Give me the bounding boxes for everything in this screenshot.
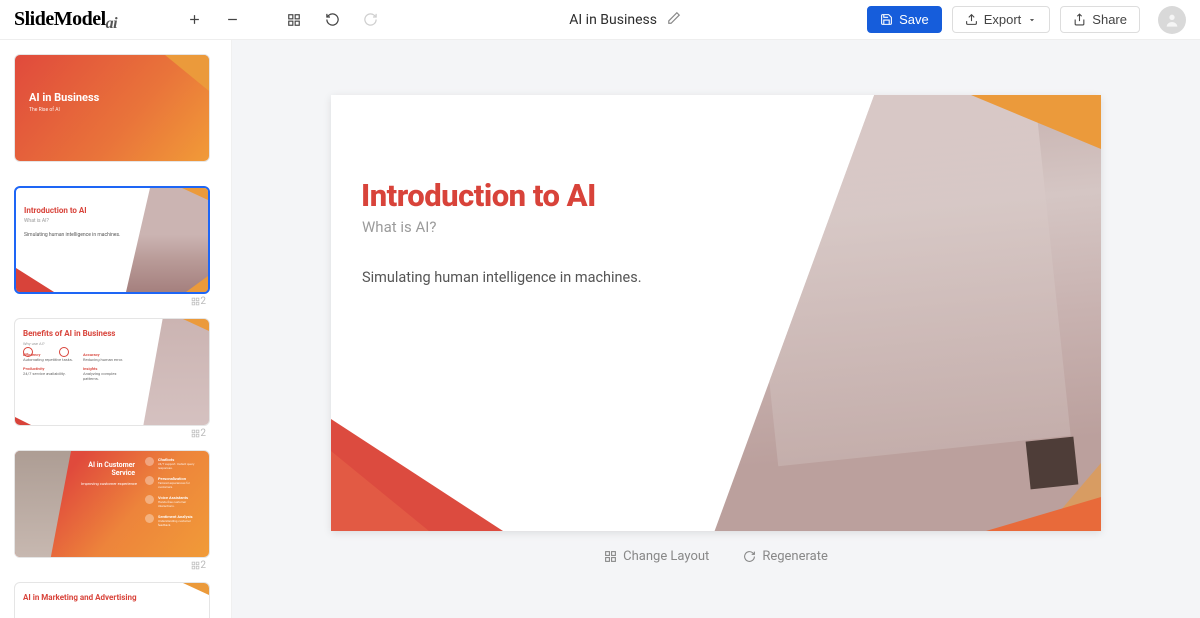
thumb-title: AI in Business — [29, 91, 99, 104]
slide-title[interactable]: Introduction to AI — [361, 177, 596, 214]
thumb-subtitle: The Rise of AI — [29, 107, 60, 113]
user-avatar[interactable] — [1158, 6, 1186, 34]
slide-thumb-1[interactable]: AI in Business The Rise of AI — [14, 54, 210, 162]
save-label: Save — [899, 12, 929, 27]
canvas-area: Introduction to AI What is AI? Simulatin… — [232, 40, 1200, 618]
share-button[interactable]: Share — [1060, 6, 1140, 33]
slide-actions: Change Layout Regenerate — [604, 549, 828, 564]
logo-text: SlideModel — [14, 8, 106, 30]
remove-slide-button[interactable] — [219, 7, 245, 33]
thumb-subtitle: Improving customer experience — [81, 481, 141, 486]
thumb-subtitle: What is AI? — [24, 218, 49, 224]
export-label: Export — [984, 12, 1022, 27]
change-layout-button[interactable]: Change Layout — [604, 549, 709, 564]
chevron-down-icon — [1027, 15, 1037, 25]
thumb-meta: 2 — [14, 558, 210, 576]
slide-thumbnail-panel: AI in Business The Rise of AI Introducti… — [0, 40, 232, 618]
accent-shape — [331, 451, 429, 531]
thumb-title: AI in Customer Service — [81, 461, 135, 478]
thumb-meta — [14, 162, 210, 180]
thumb-title: AI in Marketing and Advertising — [23, 593, 143, 603]
document-title-wrap: AI in Business — [395, 11, 855, 29]
logo-suffix: ai — [106, 15, 117, 32]
change-layout-label: Change Layout — [623, 549, 709, 564]
grid-view-button[interactable] — [281, 7, 307, 33]
top-toolbar: SlideModelai AI in Business Save Export — [0, 0, 1200, 40]
add-slide-button[interactable] — [181, 7, 207, 33]
save-button[interactable]: Save — [867, 6, 942, 33]
share-label: Share — [1092, 12, 1127, 27]
slide-body[interactable]: Simulating human intelligence in machine… — [362, 269, 642, 286]
app-logo: SlideModelai — [14, 8, 117, 31]
edit-title-icon[interactable] — [667, 11, 681, 29]
thumb-meta: 2 — [14, 426, 210, 444]
accent-shape — [971, 95, 1101, 149]
accent-shape — [986, 497, 1101, 531]
slide-thumb-3[interactable]: Benefits of AI in Business Why use AI? E… — [14, 318, 210, 426]
thumb-title: Introduction to AI — [24, 206, 87, 215]
slide-canvas[interactable]: Introduction to AI What is AI? Simulatin… — [331, 95, 1101, 531]
slide-hero-image — [681, 95, 1101, 531]
thumb-meta: 2 — [14, 294, 210, 312]
document-title: AI in Business — [569, 12, 657, 28]
slide-thumb-2[interactable]: Introduction to AI What is AI? Simulatin… — [14, 186, 210, 294]
export-button[interactable]: Export — [952, 6, 1051, 33]
thumb-title: Benefits of AI in Business — [23, 329, 115, 338]
thumb-body: Simulating human intelligence in machine… — [24, 232, 120, 238]
undo-button[interactable] — [319, 7, 345, 33]
slide-thumb-5[interactable]: AI in Marketing and Advertising — [14, 582, 210, 618]
slide-thumb-4[interactable]: AI in Customer Service Improving custome… — [14, 450, 210, 558]
slide-subtitle[interactable]: What is AI? — [362, 218, 436, 236]
thumb-subtitle: Why use AI? — [23, 341, 45, 346]
regenerate-button[interactable]: Regenerate — [743, 549, 828, 564]
redo-button[interactable] — [357, 7, 383, 33]
regenerate-label: Regenerate — [762, 549, 828, 564]
